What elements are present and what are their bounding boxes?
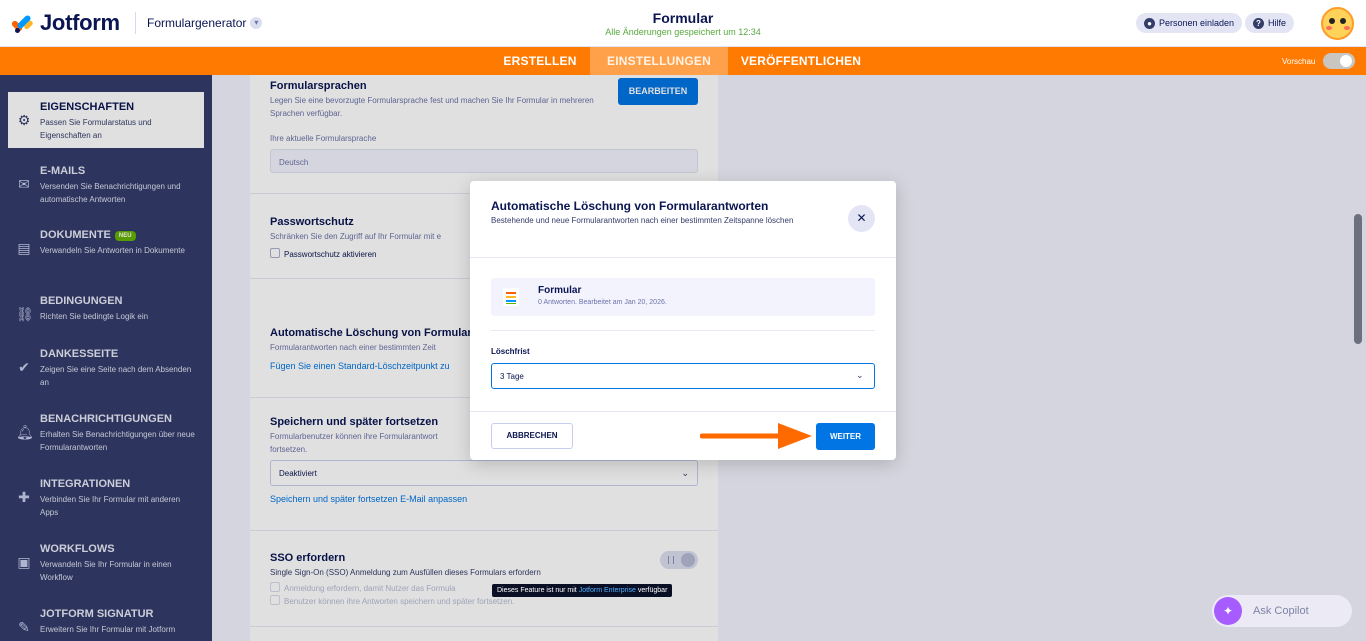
form-meta: 0 Antworten. Bearbeitet am Jan 20, 2026.	[538, 299, 667, 306]
modal-title: Automatische Löschung von Formularantwor…	[491, 199, 769, 213]
preview-toggle[interactable]	[1323, 53, 1355, 69]
invite-label: Personen einladen	[1159, 18, 1235, 28]
cancel-button[interactable]: ABBRECHEN	[491, 423, 573, 449]
enterprise-link[interactable]: Jotform Enterprise	[579, 587, 636, 594]
enterprise-tooltip: Dieses Feature ist nur mit Jotform Enter…	[492, 584, 673, 597]
help-icon: ?	[1253, 17, 1264, 29]
invite-button[interactable]: ● Personen einladen	[1136, 13, 1243, 33]
sparkle-icon: ✦	[1214, 597, 1242, 625]
top-bar: Jotform Formulargenerator ▾ Formular All…	[0, 0, 1366, 47]
chevron-down-icon: ⌄	[856, 370, 864, 380]
form-name: Formular	[538, 285, 582, 296]
form-icon	[503, 288, 519, 306]
tab-einstellungen[interactable]: EINSTELLUNGEN	[590, 47, 728, 75]
help-button[interactable]: ? Hilfe	[1245, 13, 1295, 33]
page-scrollbar[interactable]	[1354, 214, 1362, 344]
ask-copilot-button[interactable]: ✦ Ask Copilot	[1212, 595, 1352, 627]
modal-subtitle: Bestehende und neue Formularantworten na…	[491, 216, 794, 225]
copilot-label: Ask Copilot	[1253, 605, 1309, 617]
tab-erstellen[interactable]: ERSTELLEN	[492, 47, 588, 75]
help-label: Hilfe	[1268, 18, 1287, 28]
builder-nav: ERSTELLEN EINSTELLUNGEN VERÖFFENTLICHEN …	[0, 47, 1366, 75]
close-icon[interactable]: ✕	[848, 205, 875, 232]
pointer-arrow	[700, 423, 812, 449]
preview-label: Vorschau	[1282, 57, 1316, 66]
deletion-period-select[interactable]: 3 Tage ⌄	[491, 363, 875, 389]
user-icon: ●	[1144, 17, 1155, 29]
next-button[interactable]: WEITER	[816, 423, 875, 450]
deletion-period-label: Löschfrist	[491, 347, 530, 356]
tab-veroeffentlichen[interactable]: VERÖFFENTLICHEN	[730, 47, 872, 75]
avatar[interactable]	[1321, 7, 1354, 40]
form-card: Formular 0 Antworten. Bearbeitet am Jan …	[491, 278, 875, 316]
auto-delete-modal: Automatische Löschung von Formularantwor…	[470, 181, 896, 460]
deletion-period-value: 3 Tage	[500, 372, 524, 381]
